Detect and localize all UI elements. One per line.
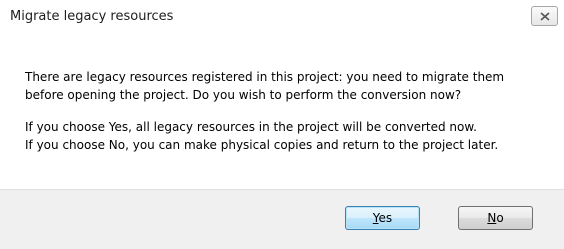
no-access-key: N	[487, 211, 497, 225]
button-bar: Yes No	[0, 189, 564, 249]
message-line-2: before opening the project. Do you wish …	[25, 88, 462, 102]
yes-button-label: Yes	[373, 211, 392, 225]
no-label-rest: o	[496, 211, 504, 225]
window-title: Migrate legacy resources	[10, 9, 174, 24]
no-button[interactable]: No	[458, 206, 533, 230]
message-area: There are legacy resources registered in…	[0, 34, 564, 189]
close-button[interactable]	[531, 6, 558, 26]
message-paragraph-2: If you choose Yes, all legacy resources …	[25, 118, 498, 154]
close-icon	[539, 11, 550, 21]
yes-label-rest: es	[378, 211, 393, 225]
message-line-4: If you choose No, you can make physical …	[25, 138, 499, 152]
message-line-3: If you choose Yes, all legacy resources …	[25, 120, 477, 134]
yes-button[interactable]: Yes	[345, 206, 420, 230]
message-line-1: There are legacy resources registered in…	[25, 70, 505, 84]
migrate-dialog: Migrate legacy resources There are legac…	[0, 0, 564, 249]
no-button-label: No	[487, 211, 503, 225]
message-paragraph-1: There are legacy resources registered in…	[25, 68, 504, 104]
title-bar[interactable]: Migrate legacy resources	[0, 0, 564, 34]
